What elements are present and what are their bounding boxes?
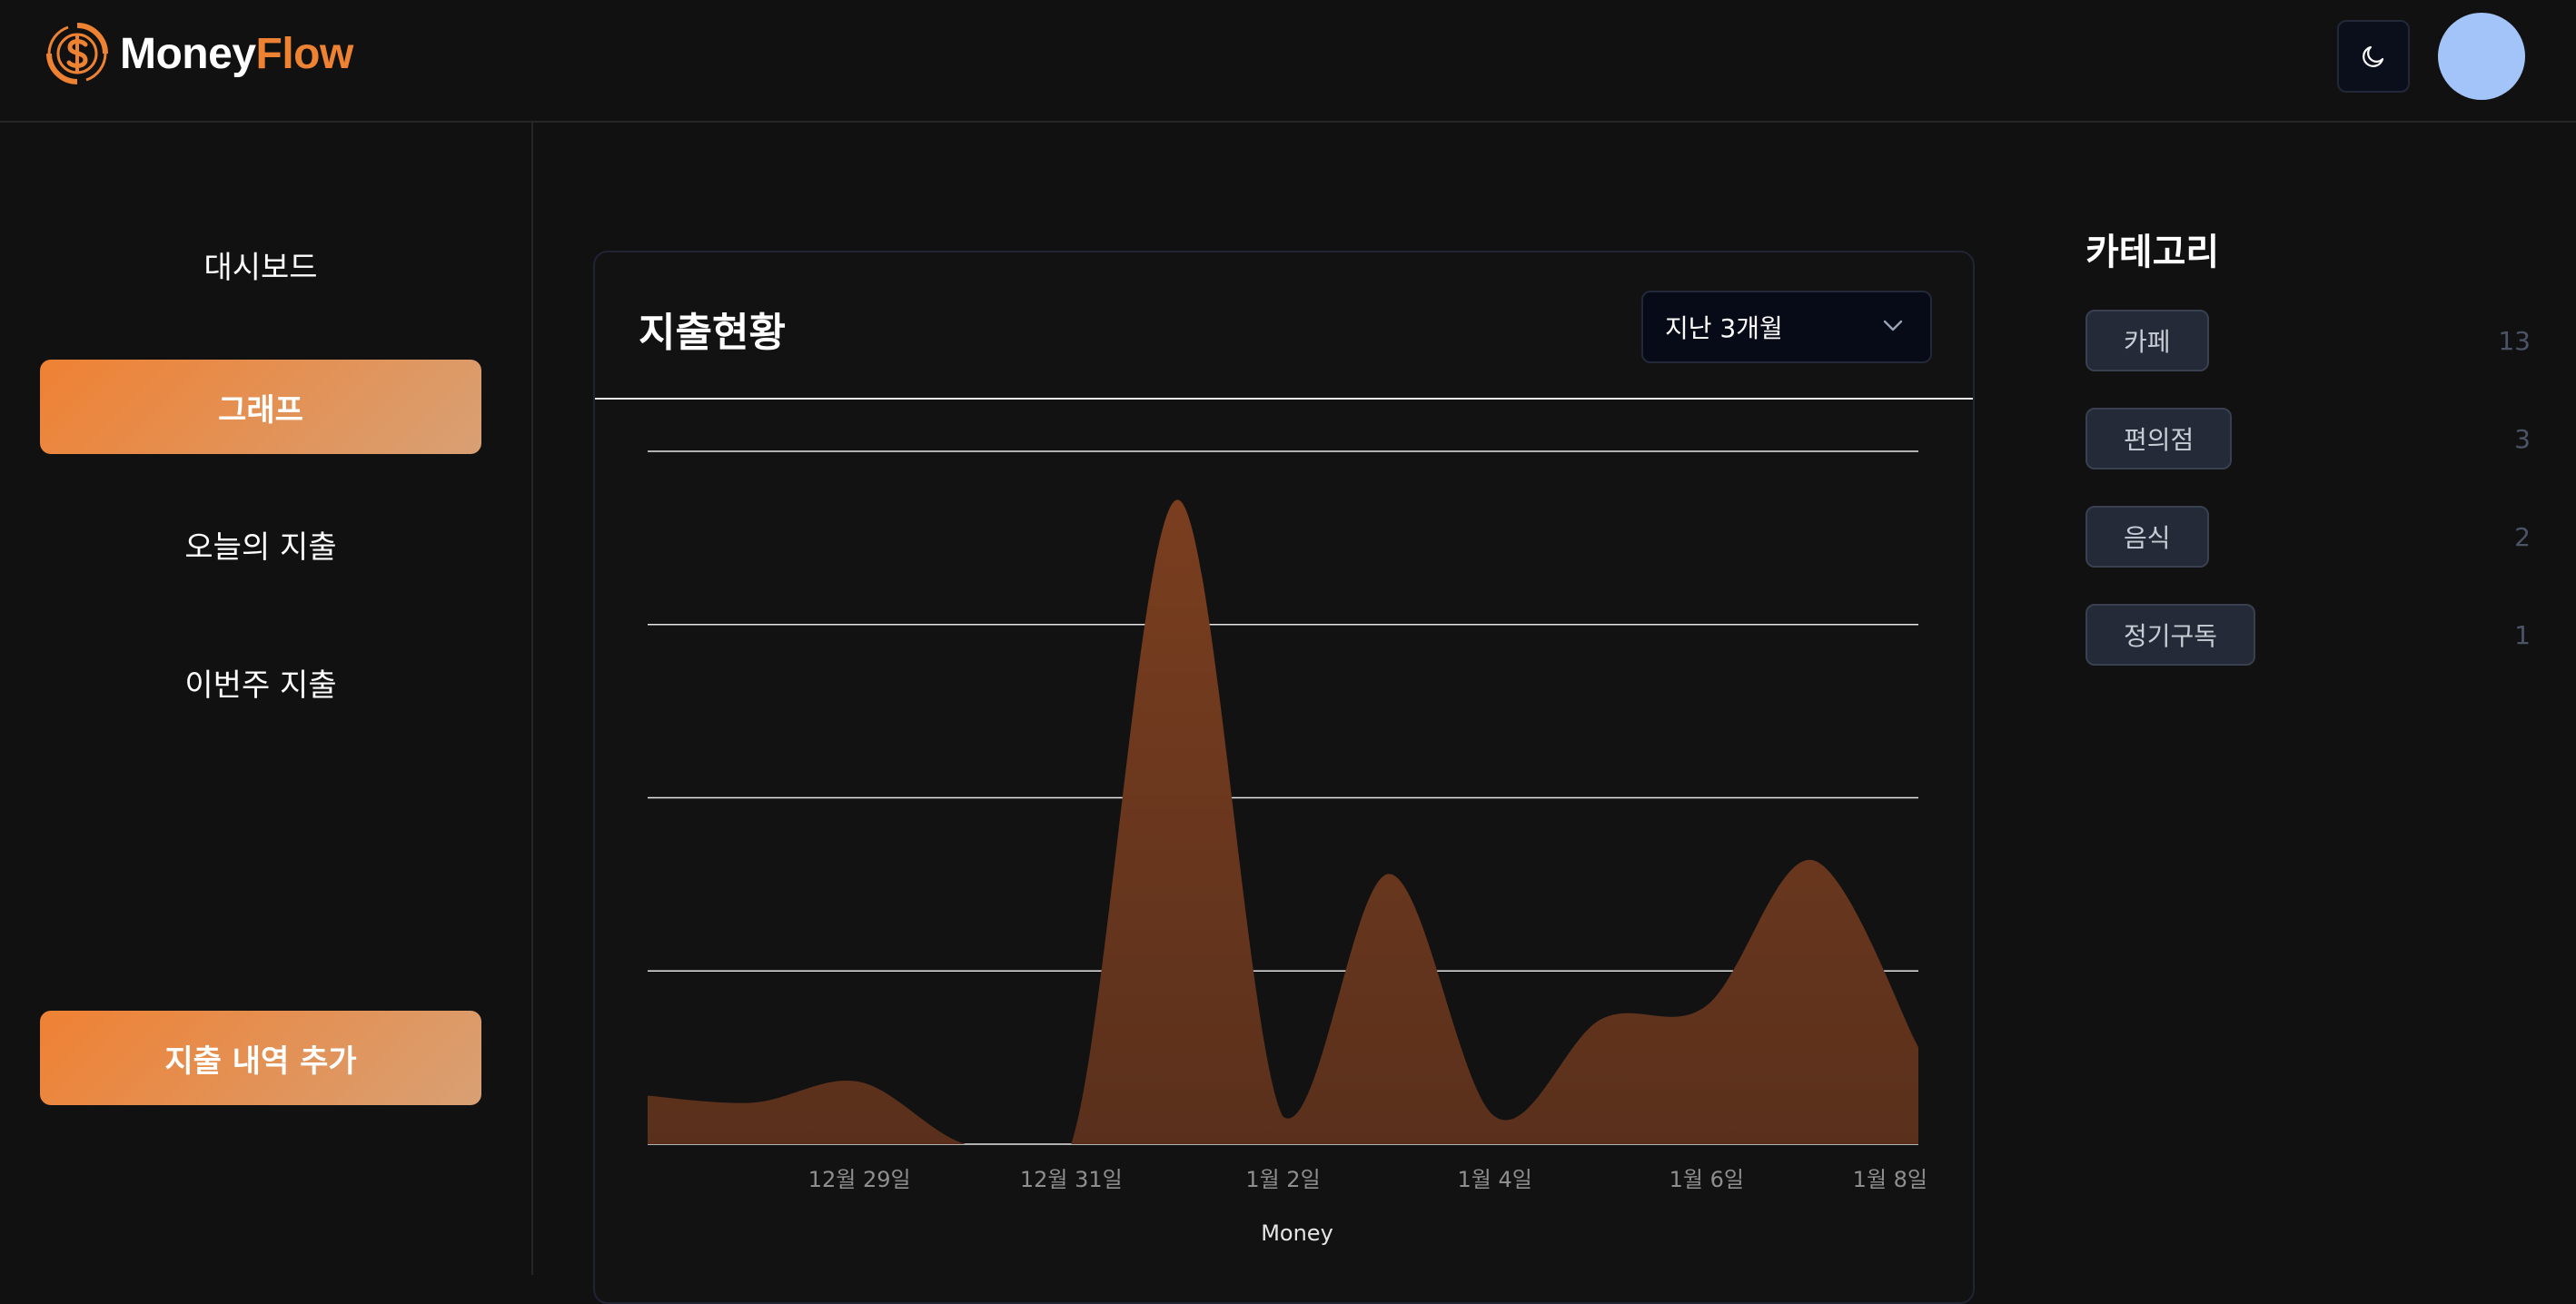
category-panel: 카테고리 카페 13 편의점 3 음식 2 정기구독 1 — [2086, 222, 2531, 702]
x-tick-label: 12월 31일 — [1020, 1167, 1123, 1192]
x-tick-label: 1월 8일 — [1853, 1167, 1927, 1192]
x-tick-label: 1월 2일 — [1245, 1167, 1320, 1192]
app-logo[interactable]: MoneyFlow — [45, 22, 353, 85]
x-tick-label: 12월 29일 — [808, 1167, 911, 1192]
category-panel-title: 카테고리 — [2086, 232, 2220, 273]
dollar-coin-icon — [46, 23, 108, 84]
spending-area-series — [648, 499, 1918, 1144]
category-chip-convenience-store[interactable]: 편의점 — [2086, 408, 2233, 469]
category-count: 13 — [2498, 326, 2531, 356]
category-row: 편의점 3 — [2086, 408, 2531, 469]
x-tick-label: 1월 6일 — [1669, 1167, 1744, 1192]
sidebar-item-weekly-spending[interactable]: 이번주 지출 — [40, 635, 481, 729]
category-count: 1 — [2514, 620, 2531, 650]
category-row: 정기구독 1 — [2086, 604, 2531, 666]
category-row: 카페 13 — [2086, 310, 2531, 371]
moon-icon — [2363, 45, 2384, 67]
app-name: MoneyFlow — [120, 29, 353, 79]
sidebar-item-graph[interactable]: 그래프 — [40, 360, 481, 454]
theme-toggle-button[interactable] — [2337, 20, 2410, 93]
category-count: 3 — [2514, 424, 2531, 454]
add-expense-button[interactable]: 지출 내역 추가 — [40, 1011, 481, 1105]
category-chip-cafe[interactable]: 카페 — [2086, 310, 2209, 371]
category-chip-subscription[interactable]: 정기구독 — [2086, 604, 2256, 666]
sidebar: 대시보드 그래프 오늘의 지출 이번주 지출 지출 내역 추가 — [0, 123, 533, 1275]
sidebar-item-dashboard[interactable]: 대시보드 — [40, 217, 481, 311]
category-row: 음식 2 — [2086, 506, 2531, 568]
sidebar-item-today-spending[interactable]: 오늘의 지출 — [40, 497, 481, 591]
x-tick-label: 1월 4일 — [1458, 1167, 1532, 1192]
user-avatar[interactable] — [2438, 13, 2525, 100]
app-name-money: Money — [120, 29, 256, 78]
spending-area-chart: 12월 29일 12월 31일 1월 2일 1월 4일 1월 6일 1월 8일 Money — [648, 450, 1927, 1246]
app-name-flow: Flow — [255, 29, 354, 78]
top-header: MoneyFlow — [0, 0, 2576, 123]
spending-chart-card: 지출현황 지난 3개월 12월 29일 12월 31일 1월 2일 1월 4일 1월 6… — [593, 251, 1975, 1304]
x-axis-label: Money — [1261, 1220, 1333, 1246]
category-count: 2 — [2514, 522, 2531, 552]
category-chip-food[interactable]: 음식 — [2086, 506, 2209, 568]
